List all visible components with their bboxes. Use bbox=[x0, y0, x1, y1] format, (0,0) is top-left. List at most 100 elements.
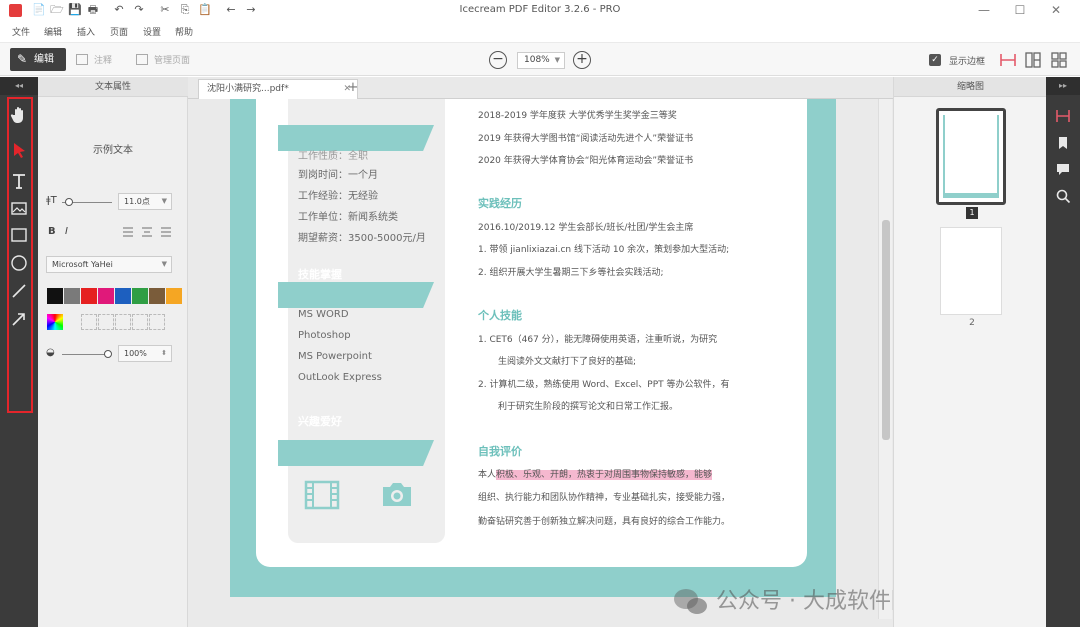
maximize-button[interactable]: ☐ bbox=[1010, 2, 1030, 18]
skill-detail: 1. CET6（467 分），能无障碍使用英语，注重听说，为研究 bbox=[478, 335, 718, 345]
section-ribbon bbox=[278, 282, 434, 308]
custom-swatch-slot[interactable] bbox=[81, 314, 97, 330]
show-border-checkbox[interactable]: ✓ bbox=[929, 54, 941, 66]
menu-help[interactable]: 帮助 bbox=[175, 25, 193, 38]
info-row: 工作经验：无经验 bbox=[298, 191, 378, 202]
opacity-select[interactable]: 100% ⬍ bbox=[118, 345, 172, 362]
properties-title: 文本属性 bbox=[38, 77, 188, 97]
annotate-icon bbox=[76, 54, 88, 65]
thumbnail-preview bbox=[943, 115, 999, 198]
custom-swatch-slot[interactable] bbox=[149, 314, 165, 330]
zoom-in-button[interactable]: + bbox=[573, 51, 591, 69]
skill-detail: 2. 计算机二级，熟练使用 Word、Excel、PPT 等办公软件，有 bbox=[478, 380, 730, 390]
color-swatch-black[interactable] bbox=[47, 288, 63, 304]
new-tab-button[interactable]: + bbox=[342, 80, 364, 98]
zoom-level-select[interactable]: 108% ▼ bbox=[517, 52, 565, 69]
award-item: 2018-2019 学年度获 大学优秀学生奖学金三等奖 bbox=[478, 111, 677, 121]
evaluation-prefix: 本人 bbox=[478, 470, 497, 480]
right-tool-strip: ▸▸ bbox=[1046, 77, 1080, 627]
custom-color-picker-icon[interactable] bbox=[47, 314, 63, 330]
opacity-icon: ◒ bbox=[46, 347, 55, 358]
chevron-down-icon: ▼ bbox=[161, 197, 167, 205]
menu-page[interactable]: 页面 bbox=[110, 25, 128, 38]
color-swatch-pink[interactable] bbox=[98, 288, 114, 304]
edit-mode-label: 编辑 bbox=[34, 54, 54, 65]
image-tool-icon[interactable] bbox=[9, 198, 29, 218]
scrollbar-thumb[interactable] bbox=[882, 220, 890, 440]
opacity-value: 100% bbox=[124, 349, 147, 358]
grid-view-icon[interactable] bbox=[1050, 51, 1068, 69]
hobbies-section-title: 兴趣爱好 bbox=[298, 415, 342, 428]
comment-icon[interactable] bbox=[1055, 161, 1071, 177]
font-size-slider-handle[interactable] bbox=[65, 198, 73, 206]
arrow-tool-icon[interactable] bbox=[9, 309, 29, 329]
hand-tool-icon[interactable] bbox=[9, 105, 29, 125]
font-family-value: Microsoft YaHei bbox=[52, 260, 113, 269]
expand-panel-button[interactable]: ▸▸ bbox=[1046, 77, 1080, 95]
text-tool-icon[interactable] bbox=[9, 171, 29, 191]
manage-pages-button[interactable]: 管理页面 bbox=[136, 53, 190, 66]
opacity-slider-handle[interactable] bbox=[104, 350, 112, 358]
color-swatch-orange[interactable] bbox=[166, 288, 182, 304]
color-swatch-gray[interactable] bbox=[64, 288, 80, 304]
vertical-scrollbar[interactable] bbox=[878, 99, 892, 619]
zoom-out-button[interactable]: − bbox=[489, 51, 507, 69]
color-swatch-red[interactable] bbox=[81, 288, 97, 304]
menu-insert[interactable]: 插入 bbox=[77, 25, 95, 38]
document-canvas[interactable]: 工作性质：全职 到岗时间：一个月 工作经验：无经验 工作单位：新闻系统类 期望薪… bbox=[188, 99, 893, 627]
line-tool-icon[interactable] bbox=[9, 281, 29, 301]
personal-skills-title: 个人技能 bbox=[478, 309, 522, 322]
resume-left-column: 工作性质：全职 到岗时间：一个月 工作经验：无经验 工作单位：新闻系统类 期望薪… bbox=[278, 99, 445, 543]
bookmark-icon[interactable] bbox=[1055, 135, 1071, 151]
color-swatch-brown[interactable] bbox=[149, 288, 165, 304]
practice-item: 2016.10/2019.12 学生会部长/班长/社团/学生会主席 bbox=[478, 223, 694, 233]
custom-swatch-slot[interactable] bbox=[98, 314, 114, 330]
italic-button[interactable]: I bbox=[65, 226, 68, 237]
practice-item: 2. 组织开展大学生暑期三下乡等社会实践活动; bbox=[478, 268, 664, 278]
evaluation-line: 勤奋钻研究善于创新独立解决问题，具有良好的综合工作能力。 bbox=[478, 517, 731, 527]
color-swatch-green[interactable] bbox=[132, 288, 148, 304]
two-page-view-icon[interactable] bbox=[1024, 51, 1042, 69]
minimize-button[interactable]: — bbox=[974, 2, 994, 18]
highlighted-text-selection[interactable]: 积极、乐观、开朗，热衷于对周围事物保持敏感，能够 bbox=[496, 470, 713, 480]
menu-settings[interactable]: 设置 bbox=[143, 25, 161, 38]
thumbnails-toggle-icon[interactable] bbox=[1055, 108, 1071, 124]
font-family-select[interactable]: Microsoft YaHei ▼ bbox=[46, 256, 172, 273]
menu-edit[interactable]: 编辑 bbox=[44, 25, 62, 38]
award-item: 2019 年获得大学图书馆“阅读活动先进个人”荣誉证书 bbox=[478, 134, 694, 144]
pages-icon bbox=[136, 54, 148, 65]
opacity-slider-track[interactable] bbox=[62, 354, 110, 355]
text-align-icons[interactable] bbox=[122, 226, 174, 238]
custom-swatch-slot[interactable] bbox=[132, 314, 148, 330]
thumbnail-panel: 缩略图 1 2 bbox=[893, 77, 1047, 627]
info-row: 工作单位：新闻系统类 bbox=[298, 212, 398, 223]
chevron-down-icon: ▼ bbox=[554, 56, 560, 64]
skill-detail: 生阅读外文文献打下了良好的基础; bbox=[498, 357, 637, 367]
annotate-mode-label: 注释 bbox=[94, 56, 113, 66]
bold-button[interactable]: B bbox=[48, 226, 56, 237]
window-title: Icecream PDF Editor 3.2.6 - PRO bbox=[459, 4, 621, 15]
self-evaluation-title: 自我评价 bbox=[478, 445, 522, 458]
skill-item: OutLook Express bbox=[298, 372, 382, 383]
page-thumbnail-1[interactable] bbox=[936, 108, 1006, 205]
rectangle-tool-icon[interactable] bbox=[9, 225, 29, 245]
section-ribbon bbox=[278, 440, 434, 466]
close-button[interactable]: ✕ bbox=[1046, 2, 1066, 18]
page-thumbnail-2[interactable] bbox=[940, 227, 1002, 315]
document-tab-strip: 沈阳小满研究...pdf* ✕ + bbox=[188, 77, 893, 99]
resume-page: 工作性质：全职 到岗时间：一个月 工作经验：无经验 工作单位：新闻系统类 期望薪… bbox=[230, 99, 836, 597]
annotate-mode-button[interactable]: 注释 bbox=[76, 53, 112, 66]
custom-swatch-slot[interactable] bbox=[115, 314, 131, 330]
collapse-panel-button[interactable]: ◂◂ bbox=[0, 77, 38, 95]
menu-file[interactable]: 文件 bbox=[12, 25, 30, 38]
info-row: 到岗时间：一个月 bbox=[298, 170, 378, 181]
document-tab[interactable]: 沈阳小满研究...pdf* ✕ bbox=[198, 79, 358, 99]
search-icon[interactable] bbox=[1055, 188, 1071, 204]
edit-mode-button[interactable]: ✎ 编辑 bbox=[10, 48, 66, 71]
select-tool-icon[interactable] bbox=[9, 140, 29, 160]
color-swatch-blue[interactable] bbox=[115, 288, 131, 304]
skill-item: MS WORD bbox=[298, 309, 349, 320]
ellipse-tool-icon[interactable] bbox=[9, 253, 29, 273]
fit-width-icon[interactable] bbox=[999, 51, 1017, 69]
font-size-select[interactable]: 11.0点 ▼ bbox=[118, 193, 172, 210]
